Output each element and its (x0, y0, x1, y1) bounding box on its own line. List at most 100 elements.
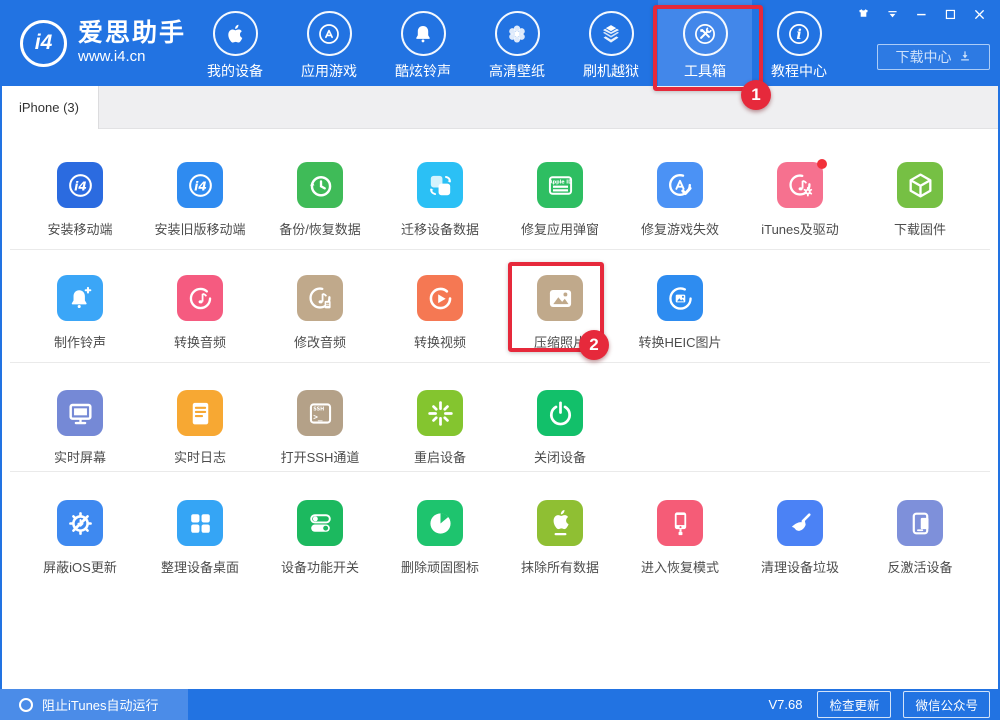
tool-reboot-device[interactable]: 重启设备 (380, 363, 500, 471)
document-icon (177, 390, 223, 436)
nav-label: 教程中心 (752, 61, 846, 81)
tool-label: 迁移设备数据 (401, 219, 479, 238)
tool-feature-switch[interactable]: 设备功能开关 (260, 472, 380, 689)
tool-label: 关闭设备 (534, 447, 586, 466)
wechat-account-button[interactable]: 微信公众号 (903, 691, 990, 718)
tool-deactivate-device[interactable]: 反激活设备 (860, 472, 980, 689)
tool-label: 反激活设备 (887, 557, 952, 576)
prevent-itunes-checkbox[interactable]: 阻止iTunes自动运行 (0, 689, 188, 720)
nav-label: 我的设备 (188, 61, 282, 81)
download-icon (958, 49, 972, 66)
tool-compress-photos[interactable]: 压缩照片 (500, 250, 620, 362)
tool-convert-audio[interactable]: 转换音频 (140, 250, 260, 362)
tool-itunes-driver[interactable]: iTunes及驱动 (740, 129, 860, 249)
tool-organize-desktop[interactable]: 整理设备桌面 (140, 472, 260, 689)
play-circle-icon (417, 275, 463, 321)
tool-label: 打开SSH通道 (281, 447, 360, 466)
tool-live-log[interactable]: 实时日志 (140, 363, 260, 471)
window-border-left (0, 86, 2, 720)
tool-shutdown-device[interactable]: 关闭设备 (500, 363, 620, 471)
data-transfer-icon (417, 162, 463, 208)
bell-icon (401, 11, 446, 56)
tool-install-old-mobile[interactable]: i4安装旧版移动端 (140, 129, 260, 249)
nav-label: 高清壁纸 (470, 61, 564, 81)
tool-label: 修改音频 (294, 332, 346, 351)
music-file-icon (297, 275, 343, 321)
nav-label: 应用游戏 (282, 61, 376, 81)
apple-icon (213, 11, 258, 56)
status-bar: 阻止iTunes自动运行 V7.68 检查更新 微信公众号 (0, 689, 1000, 720)
tool-row-1: i4安装移动端i4安装旧版移动端备份/恢复数据迁移设备数据Apple ID修复应… (10, 129, 990, 250)
music-circle-icon (177, 275, 223, 321)
app-logo: i4 爱思助手 www.i4.cn (20, 19, 186, 67)
tool-convert-heic[interactable]: 转换HEIC图片 (620, 250, 740, 362)
main-menu-button[interactable] (881, 7, 903, 27)
i4-logo-icon: i4 (57, 162, 103, 208)
nav-label: 工具箱 (658, 61, 752, 81)
menu-caret-icon (885, 7, 900, 27)
tool-convert-video[interactable]: 转换视频 (380, 250, 500, 362)
tool-download-firmware[interactable]: 下载固件 (860, 129, 980, 249)
nav-item-tutorials[interactable]: i 教程中心 (752, 0, 846, 86)
appstore-check-icon (657, 162, 703, 208)
tool-live-screen[interactable]: 实时屏幕 (20, 363, 140, 471)
skin-button[interactable] (852, 7, 874, 27)
maximize-button[interactable] (939, 7, 961, 27)
gear-slash-icon (57, 500, 103, 546)
nav-item-flash-jailbreak[interactable]: 刷机越狱 (564, 0, 658, 86)
tool-fix-app-popup[interactable]: Apple ID修复应用弹窗 (500, 129, 620, 249)
tool-label: 转换视频 (414, 332, 466, 351)
toolbox-grid: i4安装移动端i4安装旧版移动端备份/恢复数据迁移设备数据Apple ID修复应… (0, 129, 1000, 689)
download-center-button[interactable]: 下载中心 (877, 44, 990, 70)
minimize-button[interactable] (910, 7, 932, 27)
tool-label: 抹除所有数据 (521, 557, 599, 576)
apple-underline-icon (537, 500, 583, 546)
main-nav: 我的设备应用游戏酷炫铃声高清壁纸刷机越狱工具箱 i 教程中心 (188, 0, 846, 86)
appstore-icon (307, 11, 352, 56)
check-update-button[interactable]: 检查更新 (817, 691, 891, 718)
nav-item-ringtones[interactable]: 酷炫铃声 (376, 0, 470, 86)
box-icon (589, 11, 634, 56)
tool-open-ssh[interactable]: SSH>_打开SSH通道 (260, 363, 380, 471)
nav-item-apps-games[interactable]: 应用游戏 (282, 0, 376, 86)
tool-label: 重启设备 (414, 447, 466, 466)
tool-label: 下载固件 (894, 219, 946, 238)
shirt-icon (856, 7, 871, 27)
tool-erase-all-data[interactable]: 抹除所有数据 (500, 472, 620, 689)
close-button[interactable] (968, 7, 990, 27)
photo-circle-icon (657, 275, 703, 321)
tool-backup-restore[interactable]: 备份/恢复数据 (260, 129, 380, 249)
brand-site: www.i4.cn (78, 47, 186, 67)
tool-migrate-data[interactable]: 迁移设备数据 (380, 129, 500, 249)
header-bar: i4 爱思助手 www.i4.cn 我的设备应用游戏酷炫铃声高清壁纸刷机越狱工具… (0, 0, 1000, 86)
apple-id-card-icon: Apple ID (537, 162, 583, 208)
nav-item-toolbox[interactable]: 工具箱 (658, 0, 752, 86)
tool-label: 转换HEIC图片 (638, 332, 721, 351)
tool-clean-junk[interactable]: 清理设备垃圾 (740, 472, 860, 689)
nav-item-my-devices[interactable]: 我的设备 (188, 0, 282, 86)
tool-block-ios-update[interactable]: 屏蔽iOS更新 (20, 472, 140, 689)
tool-label: 删除顽固图标 (401, 557, 479, 576)
tool-make-ringtone[interactable]: 制作铃声 (20, 250, 140, 362)
download-center-label: 下载中心 (896, 47, 952, 67)
tool-enter-recovery[interactable]: 进入恢复模式 (620, 472, 740, 689)
bell-plus-icon (57, 275, 103, 321)
nav-item-wallpapers[interactable]: 高清壁纸 (470, 0, 564, 86)
music-gear-icon (777, 162, 823, 208)
tool-label: 安装旧版移动端 (154, 219, 245, 238)
burst-icon (417, 390, 463, 436)
grid-icon (177, 500, 223, 546)
toggles-icon (297, 500, 343, 546)
tool-label: 设备功能开关 (281, 557, 359, 576)
tool-delete-stubborn-icons[interactable]: 删除顽固图标 (380, 472, 500, 689)
tool-label: 转换音频 (174, 332, 226, 351)
tool-label: 整理设备桌面 (161, 557, 239, 576)
info-icon: i (777, 11, 822, 56)
tool-install-mobile[interactable]: i4安装移动端 (20, 129, 140, 249)
tool-edit-audio[interactable]: 修改音频 (260, 250, 380, 362)
tab-iphone[interactable]: iPhone (3) (0, 86, 99, 129)
tool-label: 修复游戏失效 (641, 219, 719, 238)
tool-label: 清理设备垃圾 (761, 557, 839, 576)
monitor-icon (57, 390, 103, 436)
tool-fix-game[interactable]: 修复游戏失效 (620, 129, 740, 249)
